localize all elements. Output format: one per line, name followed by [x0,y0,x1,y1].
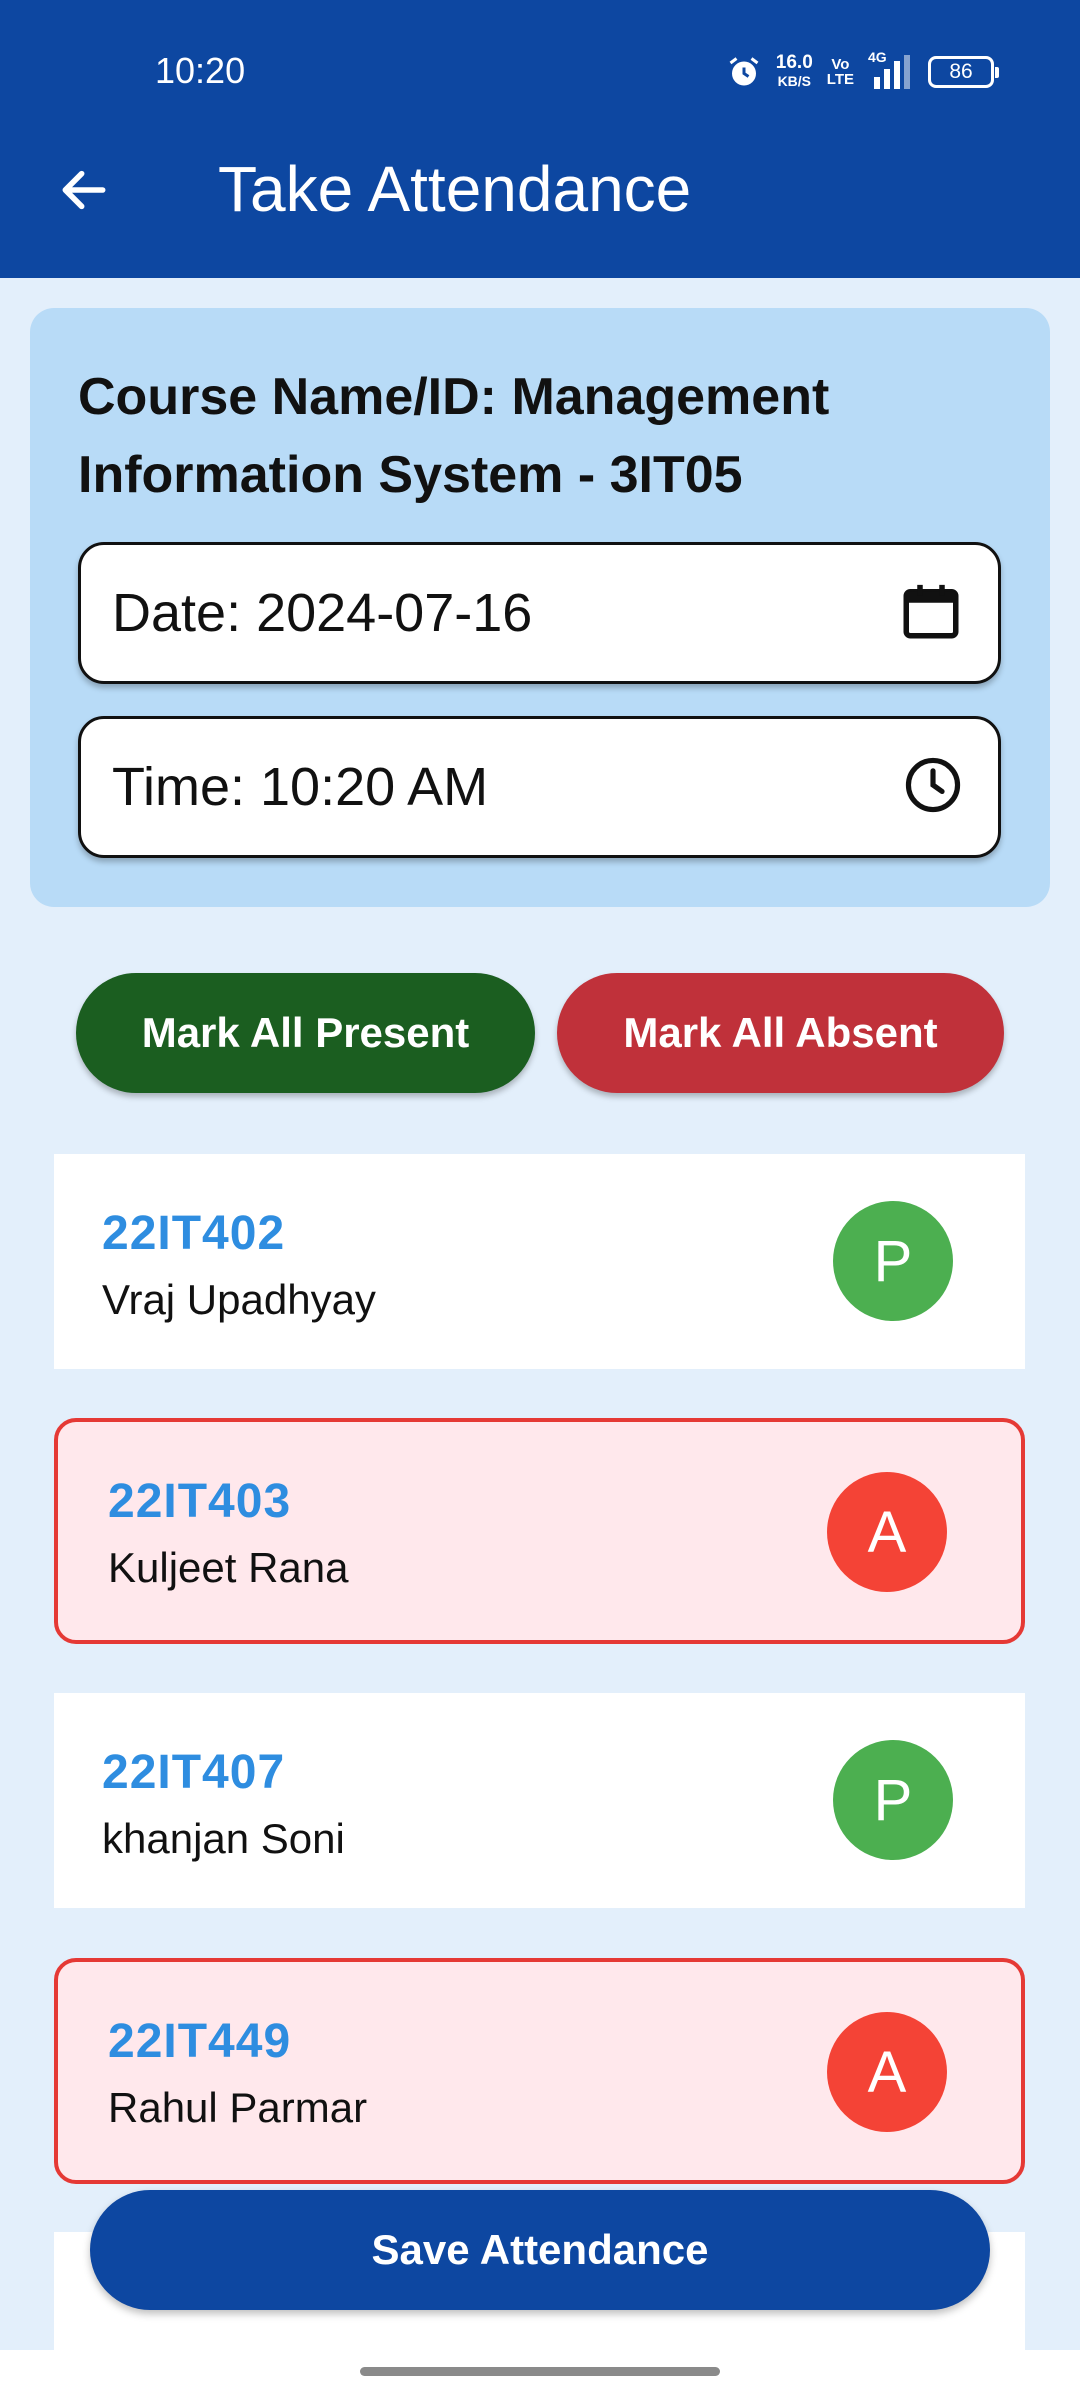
attendance-toggle[interactable]: P [833,1201,953,1321]
back-arrow-icon [56,162,112,223]
clock-icon [902,754,964,821]
date-value: Date: 2024-07-16 [112,583,533,643]
course-name: Course Name/ID: Management Information S… [78,368,830,504]
battery-indicator: 86 [928,56,999,88]
attendance-toggle[interactable]: A [827,2012,947,2132]
student-row[interactable]: 22IT449 Rahul Parmar A [54,1958,1025,2184]
attendance-toggle[interactable]: P [833,1740,953,1860]
volte-indicator: Vo LTE [826,56,854,88]
student-row[interactable]: 22IT407 khanjan Soni P [54,1693,1025,1908]
page-title: Take Attendance [218,153,692,225]
status-time: 10:20 [155,50,246,91]
course-card: Course Name/ID: Management Information S… [30,308,1050,907]
save-attendance-button[interactable]: Save Attendance [90,2190,990,2310]
student-name: Rahul Parmar [108,2084,368,2131]
signal-icon: 4G [868,49,914,91]
app-bar: 10:20 16.0 KB/S Vo LTE 4G 86 Take Attend… [0,0,1080,278]
back-button[interactable] [52,160,116,224]
date-picker-field[interactable]: Date: 2024-07-16 [78,542,1001,684]
network-speed: 16.0 KB/S [775,52,813,89]
time-picker-field[interactable]: Time: 10:20 AM [78,716,1001,858]
student-id: 22IT449 [108,2015,292,2068]
time-value: Time: 10:20 AM [112,757,489,817]
student-name: Vraj Upadhyay [102,1276,376,1323]
student-row[interactable]: 22IT402 Vraj Upadhyay P [54,1154,1025,1369]
student-row[interactable]: 22IT403 Kuljeet Rana A [54,1418,1025,1644]
status-icons: 16.0 KB/S Vo LTE 4G 86 [726,49,999,94]
attendance-toggle[interactable]: A [827,1472,947,1592]
student-id: 22IT403 [108,1475,292,1528]
home-indicator[interactable] [360,2367,720,2376]
student-name: Kuljeet Rana [108,1544,349,1591]
mark-all-absent-button[interactable]: Mark All Absent [557,973,1004,1093]
student-id: 22IT402 [102,1207,286,1260]
student-name: khanjan Soni [102,1815,345,1862]
calendar-icon [898,578,964,649]
alarm-icon [726,54,762,90]
mark-all-present-button[interactable]: Mark All Present [76,973,535,1093]
student-id: 22IT407 [102,1746,286,1799]
